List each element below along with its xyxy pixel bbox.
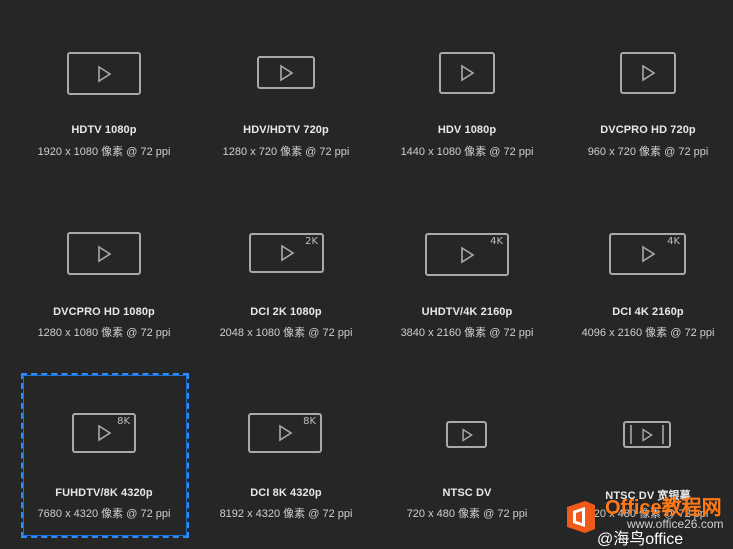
resolution-badge: 4K <box>667 236 680 247</box>
preset-title: HDV 1080p <box>437 124 497 136</box>
preset-dimensions: 1280 x 1080 像素 @ 72 ppi <box>37 327 171 339</box>
preset-hdv-hdtv-720p[interactable]: HDV/HDTV 720p 1280 x 720 像素 @ 72 ppi <box>206 20 366 180</box>
preset-title: DVCPRO HD 1080p <box>53 306 155 318</box>
video-4k-icon: 4K <box>609 233 686 275</box>
preset-title: DVCPRO HD 720p <box>600 124 696 136</box>
video-small-icon <box>446 421 487 448</box>
video-wide-icon <box>67 232 141 275</box>
video-8k-icon: 8K <box>248 413 322 453</box>
watermark-handle: @海鸟office <box>597 531 684 548</box>
resolution-badge: 8K <box>303 416 316 427</box>
video-2k-icon: 2K <box>249 233 324 273</box>
preset-dimensions: 4096 x 2160 像素 @ 72 ppi <box>581 327 715 339</box>
preset-title: DCI 4K 2160p <box>612 306 684 318</box>
preset-title: FUHDTV/8K 4320p <box>55 487 153 499</box>
preset-hdtv-1080p[interactable]: HDTV 1080p 1920 x 1080 像素 @ 72 ppi <box>24 20 184 180</box>
video-4k-icon: 4K <box>425 233 509 276</box>
video-8k-icon: 8K <box>72 413 136 453</box>
video-widescreen-icon <box>623 421 671 448</box>
resolution-badge: 4K <box>490 236 503 247</box>
preset-title: HDV/HDTV 720p <box>243 124 329 136</box>
video-wide-icon <box>67 52 141 95</box>
preset-dimensions: 7680 x 4320 像素 @ 72 ppi <box>37 508 171 520</box>
preset-dimensions: 960 x 720 像素 @ 72 ppi <box>587 146 709 158</box>
preset-title: DCI 2K 1080p <box>250 306 322 318</box>
preset-title: UHDTV/4K 2160p <box>421 306 513 318</box>
preset-dimensions: 1280 x 720 像素 @ 72 ppi <box>222 146 350 158</box>
preset-dci-2k-1080p[interactable]: 2K DCI 2K 1080p 2048 x 1080 像素 @ 72 ppi <box>206 200 366 360</box>
preset-title: NTSC DV <box>442 487 492 499</box>
preset-dimensions: 3840 x 2160 像素 @ 72 ppi <box>400 327 534 339</box>
preset-dvcpro-hd-1080p[interactable]: DVCPRO HD 1080p 1280 x 1080 像素 @ 72 ppi <box>24 200 184 360</box>
preset-uhdtv-4k-2160p[interactable]: 4K UHDTV/4K 2160p 3840 x 2160 像素 @ 72 pp… <box>387 200 547 360</box>
preset-dimensions: 1440 x 1080 像素 @ 72 ppi <box>400 146 534 158</box>
preset-dci-4k-2160p[interactable]: 4K DCI 4K 2160p 4096 x 2160 像素 @ 72 ppi <box>568 200 728 360</box>
resolution-badge: 2K <box>305 236 318 247</box>
preset-ntsc-dv[interactable]: NTSC DV 720 x 480 像素 @ 72 ppi <box>387 380 547 540</box>
office-logo-icon <box>567 501 595 533</box>
preset-title: HDTV 1080p <box>71 124 137 136</box>
resolution-badge: 8K <box>117 416 130 427</box>
preset-dimensions: 2048 x 1080 像素 @ 72 ppi <box>219 327 353 339</box>
preset-dimensions: 720 x 480 像素 @ 72 ppi <box>406 508 528 520</box>
watermark: Office教程网 www.office26.com @海鸟office <box>561 489 729 548</box>
video-wide-icon <box>257 56 315 89</box>
preset-dimensions: 8192 x 4320 像素 @ 72 ppi <box>219 508 353 520</box>
preset-dci-8k-4320p[interactable]: 8K DCI 8K 4320p 8192 x 4320 像素 @ 72 ppi <box>206 380 366 540</box>
watermark-brand: Office教程网 <box>605 497 722 519</box>
preset-dimensions: 1920 x 1080 像素 @ 72 ppi <box>37 146 171 158</box>
video-wide-icon <box>439 52 495 94</box>
preset-grid: HDTV 1080p 1920 x 1080 像素 @ 72 ppi HDV/H… <box>0 0 733 545</box>
preset-hdv-1080p[interactable]: HDV 1080p 1440 x 1080 像素 @ 72 ppi <box>387 20 547 180</box>
preset-dvcpro-hd-720p[interactable]: DVCPRO HD 720p 960 x 720 像素 @ 72 ppi <box>568 20 728 180</box>
preset-title: DCI 8K 4320p <box>250 487 322 499</box>
preset-fuhdtv-8k-4320p[interactable]: 8K FUHDTV/8K 4320p 7680 x 4320 像素 @ 72 p… <box>24 380 184 540</box>
video-wide-icon <box>620 52 676 94</box>
